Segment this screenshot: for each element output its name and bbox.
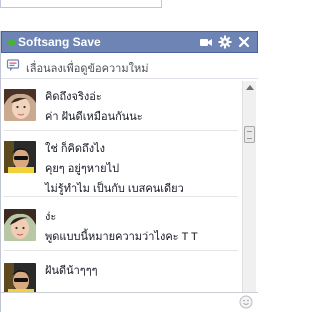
message-composer[interactable] (1, 292, 258, 312)
chat-titlebar[interactable]: Softsang Save (1, 31, 258, 53)
background-input (0, 0, 162, 8)
scroll-up-arrow-icon[interactable] (246, 85, 254, 90)
message-group: คิดถึงจริงอ่ะ ค่า ฝันดีเหมือนกันนะ (4, 81, 238, 131)
scrollbar-thumb[interactable] (244, 126, 255, 143)
scroll-down-notice-text: เลื่อนลงเพื่อดูข้อความใหม่ (26, 63, 149, 75)
message-line: ง่ะ (45, 211, 57, 223)
background-page (0, 0, 257, 24)
message-thread[interactable]: คิดถึงจริงอ่ะ ค่า ฝันดีเหมือนกันนะ ใช่ ก… (1, 81, 241, 312)
message-group: ใช่ ก็คิดถึงไง คุยๆ อยู่ๆหายไป ไม่รู้ทำไ… (4, 133, 238, 197)
message-line: ใช่ ก็คิดถึงไง (45, 143, 105, 155)
video-camera-icon[interactable] (199, 35, 213, 49)
online-status-dot (8, 39, 15, 46)
message-line: คิดถึงจริงอ่ะ (45, 91, 102, 103)
scroll-down-notice[interactable]: เลื่อนลงเพื่อดูข้อความใหม่ (1, 53, 258, 79)
gear-icon[interactable] (218, 35, 232, 49)
avatar[interactable] (4, 89, 36, 121)
message-line: ค่า ฝันดีเหมือนกันนะ (45, 111, 143, 123)
message-line: พูดแบบนี้หมายความว่าไงคะ T T (45, 231, 198, 243)
chat-bubble-icon (6, 59, 20, 71)
close-icon[interactable] (237, 35, 251, 49)
avatar[interactable] (4, 263, 36, 295)
message-line: ไม่รู้ทำไม เป็นกับ เบสคนเดียว (45, 183, 184, 195)
emoji-icon[interactable] (239, 295, 253, 309)
message-line: ฝันดีน้าๆๆๆ (45, 265, 98, 277)
thread-scrollbar[interactable] (242, 81, 256, 312)
chat-window: Softsang Save เลื่อนลงเพื่อดูข้อความใหม่… (0, 31, 258, 312)
chat-title[interactable]: Softsang Save (18, 35, 101, 50)
avatar[interactable] (4, 141, 36, 173)
message-line: คุยๆ อยู่ๆหายไป (45, 163, 120, 175)
avatar[interactable] (4, 209, 36, 241)
message-group: ง่ะ พูดแบบนี้หมายความว่าไงคะ T T (4, 201, 238, 251)
